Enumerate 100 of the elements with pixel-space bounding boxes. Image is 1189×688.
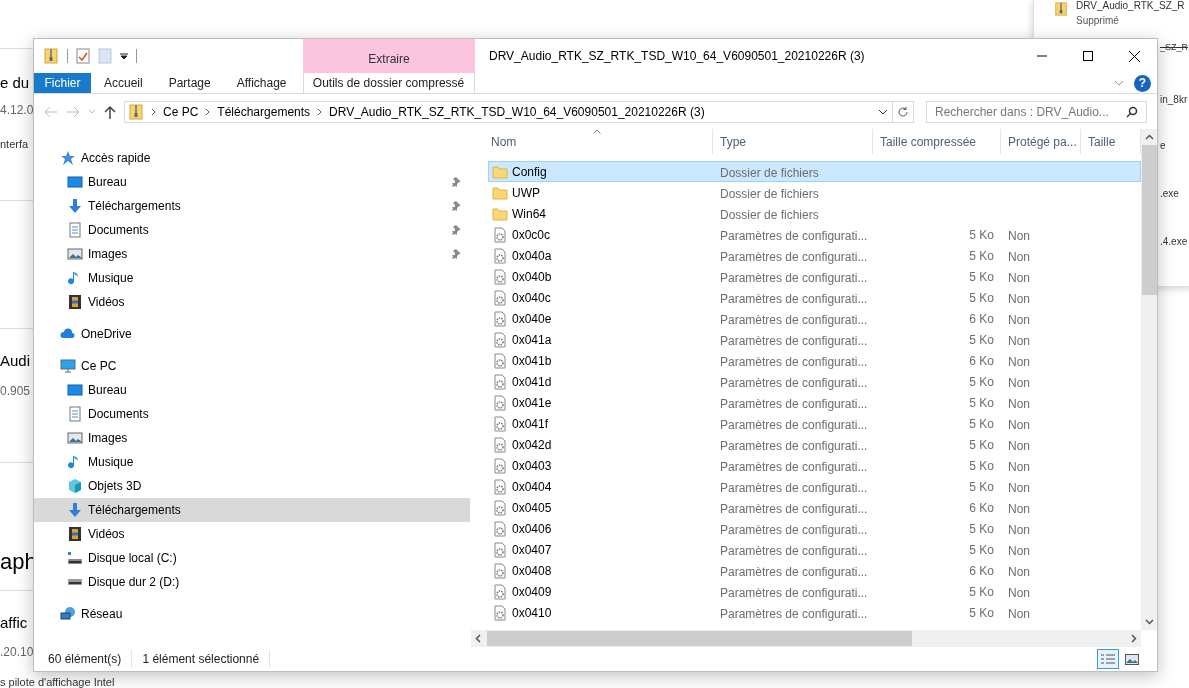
nav-item[interactable]: OneDrive: [34, 322, 470, 346]
file-type: Paramètres de configurati...: [720, 459, 868, 474]
breadcrumb-item[interactable]: DRV_Audio_RTK_SZ_RTK_TSD_W10_64_V6090501_20210226R (3): [329, 103, 705, 121]
folder-icon: [492, 184, 508, 201]
background-text: .20.10: [0, 645, 34, 660]
settings-file-icon: [492, 436, 508, 453]
scrollbar-thumb[interactable]: [1141, 145, 1157, 295]
column-header[interactable]: Type: [713, 129, 873, 154]
background-text: e: [1160, 140, 1166, 153]
pin-icon[interactable]: [450, 200, 462, 212]
nav-item[interactable]: Documents: [34, 402, 470, 426]
nav-item[interactable]: Images: [34, 242, 470, 266]
file-row[interactable]: 0x0405 Paramètres de configurati... 6 Ko Non: [488, 497, 1141, 518]
nav-item[interactable]: Musique: [34, 266, 470, 290]
file-name: 0x0403: [512, 457, 552, 475]
nav-item[interactable]: Bureau: [34, 378, 470, 402]
nav-item[interactable]: Images: [34, 426, 470, 450]
ribbon-tab[interactable]: Affichage: [223, 73, 300, 93]
file-row[interactable]: 0x042d Paramètres de configurati... 5 Ko Non: [488, 434, 1141, 455]
file-row[interactable]: 0x041f Paramètres de configurati... 5 Ko Non: [488, 413, 1141, 434]
file-row[interactable]: 0x040e Paramètres de configurati... 6 Ko Non: [488, 308, 1141, 329]
nav-item[interactable]: Téléchargements: [34, 194, 470, 218]
protected-value: Non: [1008, 522, 1030, 537]
scroll-right-icon[interactable]: [1131, 634, 1137, 643]
help-button[interactable]: ?: [1134, 74, 1151, 92]
dropdown-caret-icon[interactable]: [120, 52, 128, 60]
file-name: 0x040a: [512, 247, 552, 265]
pin-icon[interactable]: [450, 248, 462, 260]
settings-file-icon: [492, 541, 508, 558]
scrollbar-thumb[interactable]: [487, 631, 912, 646]
nav-item[interactable]: Ce PC: [34, 354, 470, 378]
vertical-scrollbar[interactable]: [1141, 129, 1157, 630]
file-row[interactable]: Win64 Dossier de fichiers: [488, 203, 1141, 224]
nav-item[interactable]: Vidéos: [34, 290, 470, 314]
file-row[interactable]: 0x0408 Paramètres de configurati... 6 Ko Non: [488, 560, 1141, 581]
nav-item[interactable]: Documents: [34, 218, 470, 242]
file-row[interactable]: 0x0410 Paramètres de configurati... 5 Ko Non: [488, 602, 1141, 623]
file-name: 0x0409: [512, 583, 552, 601]
file-row[interactable]: 0x041e Paramètres de configurati... 5 Ko Non: [488, 392, 1141, 413]
file-row[interactable]: Config Dossier de fichiers: [488, 161, 1141, 182]
file-name: Config: [512, 163, 547, 181]
column-header[interactable]: Protégé pa...: [1001, 129, 1081, 154]
file-row[interactable]: 0x0407 Paramètres de configurati... 5 Ko Non: [488, 539, 1141, 560]
compressed-size: 5 Ko: [969, 541, 994, 559]
settings-file-icon: [492, 562, 508, 579]
refresh-icon[interactable]: [897, 106, 909, 118]
pin-icon[interactable]: [450, 224, 462, 236]
ribbon-tab[interactable]: Accueil: [91, 73, 156, 93]
breadcrumb-chevron-icon[interactable]: [205, 108, 211, 116]
nav-item[interactable]: Téléchargements: [34, 498, 470, 522]
ribbon-tab[interactable]: Fichier: [34, 73, 91, 93]
back-arrow-icon[interactable]: [44, 106, 58, 118]
protected-value: Non: [1008, 375, 1030, 390]
scroll-up-icon[interactable]: [1144, 134, 1154, 140]
nav-item[interactable]: Vidéos: [34, 522, 470, 546]
file-row[interactable]: 0x040b Paramètres de configurati... 5 Ko Non: [488, 266, 1141, 287]
file-row[interactable]: 0x041a Paramètres de configurati... 5 Ko Non: [488, 329, 1141, 350]
checklist-icon[interactable]: [76, 48, 90, 64]
file-name: 0x040c: [512, 289, 551, 307]
nav-item[interactable]: Disque local (C:): [34, 546, 470, 570]
ribbon-tab[interactable]: Partage: [155, 73, 224, 93]
nav-item[interactable]: Objets 3D: [34, 474, 470, 498]
protected-value: Non: [1008, 249, 1030, 264]
protected-value: Non: [1008, 333, 1030, 348]
settings-file-icon: [492, 457, 508, 474]
nav-item[interactable]: Réseau: [34, 602, 470, 626]
horizontal-scrollbar[interactable]: [471, 630, 1141, 647]
file-row[interactable]: 0x0409 Paramètres de configurati... 5 Ko Non: [488, 581, 1141, 602]
breadcrumb-item[interactable]: Téléchargements: [217, 103, 311, 121]
nav-item[interactable]: Disque dur 2 (D:): [34, 570, 470, 594]
file-row[interactable]: 0x0404 Paramètres de configurati... 5 Ko Non: [488, 476, 1141, 497]
file-row[interactable]: 0x0c0c Paramètres de configurati... 5 Ko Non: [488, 224, 1141, 245]
up-arrow-icon[interactable]: [104, 105, 116, 119]
settings-file-icon: [492, 415, 508, 432]
file-row[interactable]: 0x0403 Paramètres de configurati... 5 Ko Non: [488, 455, 1141, 476]
column-header[interactable]: Taille compressée: [873, 129, 1001, 154]
film-icon: [67, 526, 83, 542]
nav-item[interactable]: Musique: [34, 450, 470, 474]
protected-value: Non: [1008, 480, 1030, 495]
file-row[interactable]: 0x041d Paramètres de configurati... 5 Ko Non: [488, 371, 1141, 392]
file-row[interactable]: 0x040a Paramètres de configurati... 5 Ko Non: [488, 245, 1141, 266]
file-row[interactable]: 0x040c Paramètres de configurati... 5 Ko Non: [488, 287, 1141, 308]
breadcrumb-item[interactable]: Ce PC: [163, 103, 199, 121]
file-row[interactable]: 0x041b Paramètres de configurati... 6 Ko Non: [488, 350, 1141, 371]
search-field[interactable]: Rechercher dans : DRV_Audio...: [926, 101, 1147, 123]
breadcrumb-chevron-icon[interactable]: [317, 108, 323, 116]
file-row[interactable]: 0x0406 Paramètres de configurati... 5 Ko Non: [488, 518, 1141, 539]
nav-item[interactable]: Bureau: [34, 170, 470, 194]
chevron-down-icon[interactable]: [878, 109, 888, 115]
scroll-down-icon[interactable]: [1144, 619, 1154, 625]
pin-icon[interactable]: [450, 176, 462, 188]
breadcrumb-chevron-icon[interactable]: [151, 108, 156, 116]
nav-item[interactable]: Accès rapide: [34, 146, 470, 170]
file-name: 0x041f: [512, 415, 549, 433]
file-row[interactable]: UWP Dossier de fichiers: [488, 182, 1141, 203]
scroll-left-icon[interactable]: [475, 634, 481, 643]
forward-arrow-icon[interactable]: [66, 106, 80, 118]
column-header[interactable]: Nom: [471, 129, 713, 154]
ribbon-tab[interactable]: Outils de dossier compressé: [302, 73, 475, 93]
address-bar[interactable]: Ce PC Téléchargements DRV_Audio_RTK_SZ_RTK_TSD_W10_64_V6090501_20210226R (3): [124, 101, 914, 123]
